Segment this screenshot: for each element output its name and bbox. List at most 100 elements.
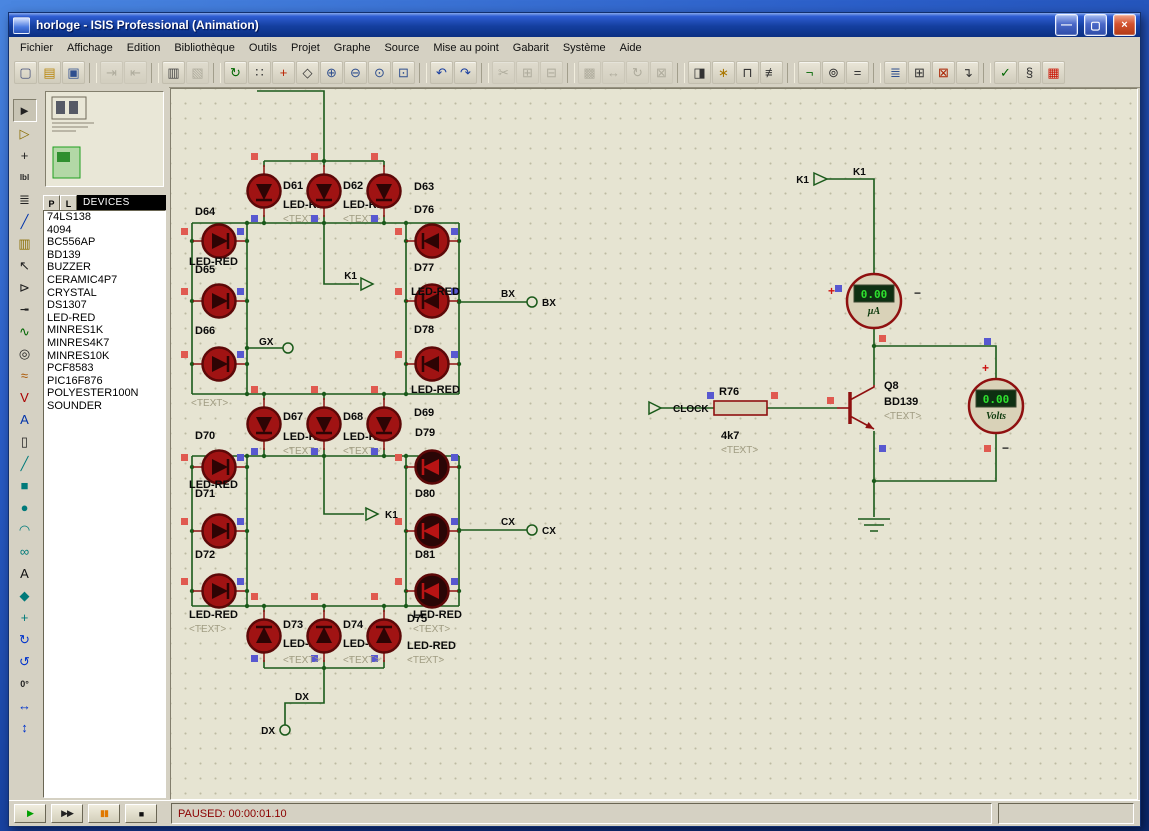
- block-move-icon[interactable]: ↔: [602, 61, 625, 84]
- overview-minimap[interactable]: [45, 91, 164, 187]
- selection-mode-icon[interactable]: ►: [13, 99, 37, 122]
- remove-sheet-icon[interactable]: ⊠: [932, 61, 955, 84]
- device-list-item[interactable]: SOUNDER: [44, 400, 165, 413]
- device-list-item[interactable]: 4094: [44, 224, 165, 237]
- rotate-ccw-icon[interactable]: ↺: [14, 651, 36, 672]
- maximize-button[interactable]: ▢: [1084, 14, 1107, 36]
- menu-item[interactable]: Source: [377, 39, 426, 57]
- led-D78[interactable]: [406, 348, 458, 381]
- device-list-item[interactable]: CRYSTAL: [44, 287, 165, 300]
- undo-icon[interactable]: ↶: [430, 61, 453, 84]
- block-copy-icon[interactable]: ▩: [578, 61, 601, 84]
- pick-parts-icon[interactable]: ◨: [688, 61, 711, 84]
- zoom-in-icon[interactable]: ⊕: [320, 61, 343, 84]
- menu-item[interactable]: Mise au point: [426, 39, 505, 57]
- design-explorer-icon[interactable]: ≣: [884, 61, 907, 84]
- pause-button[interactable]: ▮▮: [88, 804, 120, 823]
- erc-check-icon[interactable]: ✓: [994, 61, 1017, 84]
- terminal-mode-icon[interactable]: ⊳: [14, 277, 36, 298]
- junction-mode-icon[interactable]: +: [14, 145, 36, 166]
- save-design-icon[interactable]: ▣: [62, 61, 85, 84]
- toolbar-separator[interactable]: [787, 63, 795, 83]
- transistor-Q8[interactable]: [837, 385, 874, 429]
- led-D76[interactable]: [406, 225, 458, 258]
- text-2d-icon[interactable]: A: [14, 563, 36, 584]
- arc-2d-icon[interactable]: ◠: [14, 519, 36, 540]
- ares-netlist-icon[interactable]: ▦: [1042, 61, 1065, 84]
- toolbar-separator[interactable]: [213, 63, 221, 83]
- play-button[interactable]: ▶: [14, 804, 46, 823]
- rotate-cw-icon[interactable]: ↻: [14, 629, 36, 650]
- new-design-icon[interactable]: ▢: [14, 61, 37, 84]
- zoom-out-icon[interactable]: ⊖: [344, 61, 367, 84]
- text-script-mode-icon[interactable]: ≣: [14, 189, 36, 210]
- menu-item[interactable]: Bibliothèque: [167, 39, 242, 57]
- copy-icon[interactable]: ⊞: [516, 61, 539, 84]
- component-mode-icon[interactable]: ▷: [14, 123, 36, 144]
- device-list-item[interactable]: CERAMIC4P7: [44, 274, 165, 287]
- generator-mode-icon[interactable]: ≈: [14, 365, 36, 386]
- device-pin-mode-icon[interactable]: ╼: [14, 299, 36, 320]
- circle-2d-icon[interactable]: ●: [14, 497, 36, 518]
- block-delete-icon[interactable]: ⊠: [650, 61, 673, 84]
- ammeter[interactable]: 0.00 µA + −: [828, 274, 921, 328]
- toolbar-separator[interactable]: [481, 63, 489, 83]
- current-probe-mode-icon[interactable]: A: [14, 409, 36, 430]
- menu-item[interactable]: Graphe: [327, 39, 378, 57]
- step-button[interactable]: ▶▶: [51, 804, 83, 823]
- device-list-item[interactable]: BC556AP: [44, 236, 165, 249]
- toolbar-separator[interactable]: [419, 63, 427, 83]
- decompose-icon[interactable]: ≢: [760, 61, 783, 84]
- print-design-icon[interactable]: ▥: [162, 61, 185, 84]
- block-rotate-icon[interactable]: ↻: [626, 61, 649, 84]
- menu-item[interactable]: Aide: [613, 39, 649, 57]
- device-list-item[interactable]: BUZZER: [44, 261, 165, 274]
- new-sheet-icon[interactable]: ⊞: [908, 61, 931, 84]
- box-2d-icon[interactable]: ■: [14, 475, 36, 496]
- redo-icon[interactable]: ↷: [454, 61, 477, 84]
- subcircuit-mode-icon[interactable]: ▥: [14, 233, 36, 254]
- x-mirror-icon[interactable]: ↔: [14, 695, 36, 716]
- open-design-icon[interactable]: ▤: [38, 61, 61, 84]
- wire-label-mode-icon[interactable]: lbl: [14, 167, 36, 188]
- line-2d-icon[interactable]: ╱: [14, 453, 36, 474]
- minimize-button[interactable]: —: [1055, 14, 1078, 36]
- paste-icon[interactable]: ⊟: [540, 61, 563, 84]
- led-D81[interactable]: [406, 575, 458, 608]
- device-list-item[interactable]: MINRES1K: [44, 324, 165, 337]
- rotation-angle-display[interactable]: 0°: [14, 673, 36, 694]
- packaging-tool-icon[interactable]: ⊓: [736, 61, 759, 84]
- false-origin-icon[interactable]: +: [272, 61, 295, 84]
- search-tag-icon[interactable]: ⊚: [822, 61, 845, 84]
- tape-recorder-mode-icon[interactable]: ◎: [14, 343, 36, 364]
- import-section-icon[interactable]: ⇥: [100, 61, 123, 84]
- led-D80[interactable]: [406, 515, 458, 548]
- toolbar-separator[interactable]: [151, 63, 159, 83]
- symbol-2d-icon[interactable]: ◆: [14, 585, 36, 606]
- device-list-item[interactable]: PIC16F876: [44, 375, 165, 388]
- instant-edit-mode-icon[interactable]: ↖: [14, 255, 36, 276]
- marker-2d-icon[interactable]: +: [14, 607, 36, 628]
- toolbar-separator[interactable]: [89, 63, 97, 83]
- stop-button[interactable]: ■: [125, 804, 157, 823]
- menu-item[interactable]: Projet: [284, 39, 327, 57]
- device-list-item[interactable]: PCF8583: [44, 362, 165, 375]
- toolbar-separator[interactable]: [677, 63, 685, 83]
- device-list-item[interactable]: MINRES10K: [44, 350, 165, 363]
- netlist-compile-icon[interactable]: §: [1018, 61, 1041, 84]
- bus-mode-icon[interactable]: ╱: [14, 211, 36, 232]
- instrument-mode-icon[interactable]: ▯: [14, 431, 36, 452]
- cut-icon[interactable]: ✂: [492, 61, 515, 84]
- device-list-item[interactable]: POLYESTER100N: [44, 387, 165, 400]
- zoom-area-icon[interactable]: ⊡: [392, 61, 415, 84]
- menu-item[interactable]: Fichier: [13, 39, 60, 57]
- led-D61[interactable]: [248, 165, 281, 217]
- toggle-grid-icon[interactable]: ∷: [248, 61, 271, 84]
- menu-item[interactable]: Système: [556, 39, 613, 57]
- toolbar-separator[interactable]: [873, 63, 881, 83]
- pan-icon[interactable]: ◇: [296, 61, 319, 84]
- device-list-item[interactable]: BD139: [44, 249, 165, 262]
- device-list-item[interactable]: DS1307: [44, 299, 165, 312]
- menu-item[interactable]: Outils: [242, 39, 284, 57]
- make-device-icon[interactable]: ∗: [712, 61, 735, 84]
